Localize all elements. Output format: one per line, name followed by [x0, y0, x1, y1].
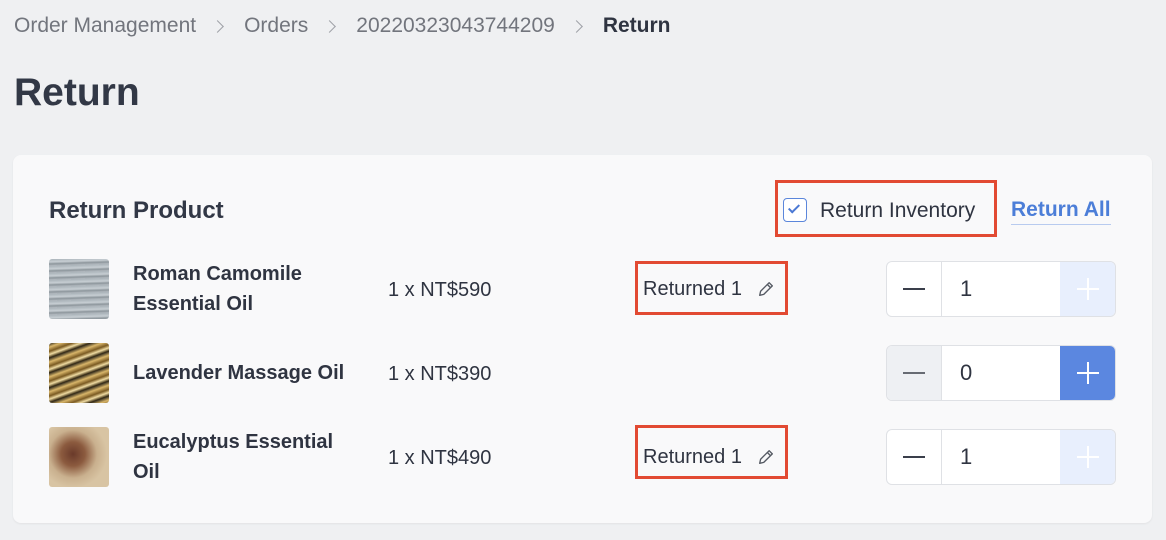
return-all-link[interactable]: Return All [1011, 197, 1111, 225]
increment-button[interactable] [1060, 262, 1115, 316]
checkmark-icon [787, 201, 801, 214]
product-row: Lavender Massage Oil 1 x NT$390 0 [13, 343, 1152, 405]
product-row: Roman Camomile Essential Oil 1 x NT$590 … [13, 259, 1152, 321]
chevron-right-icon [569, 19, 583, 33]
product-row: Eucalyptus Essential Oil 1 x NT$490 Retu… [13, 425, 1152, 489]
breadcrumb-order-management[interactable]: Order Management [14, 13, 196, 39]
plus-icon [1076, 446, 1099, 468]
quantity-input[interactable]: 0 [942, 346, 1060, 400]
decrement-button[interactable] [887, 346, 942, 400]
plus-icon [1076, 278, 1099, 300]
breadcrumb-order-id[interactable]: 20220323043744209 [356, 13, 555, 39]
breadcrumb-orders[interactable]: Orders [244, 13, 308, 39]
quantity-stepper: 0 [886, 345, 1116, 401]
chevron-right-icon [211, 19, 224, 33]
product-quantity-price: 1 x NT$390 [388, 363, 492, 385]
return-inventory-checkbox[interactable] [783, 198, 807, 222]
return-product-card: Return Product Return Inventory Return A… [13, 155, 1152, 523]
returned-label: Returned 1 [643, 446, 742, 468]
breadcrumb: Order Management Orders 2022032304374420… [14, 13, 671, 39]
product-name: Eucalyptus Essential Oil [133, 431, 334, 483]
quantity-input[interactable]: 1 [942, 430, 1060, 484]
page-title: Return [14, 71, 140, 114]
card-title: Return Product [49, 197, 224, 224]
product-quantity-price: 1 x NT$490 [388, 447, 492, 469]
increment-button[interactable] [1060, 346, 1115, 400]
quantity-input[interactable]: 1 [942, 262, 1060, 316]
minus-icon [903, 372, 925, 374]
increment-button[interactable] [1060, 430, 1115, 484]
returned-label: Returned 1 [643, 278, 742, 300]
return-inventory-label[interactable]: Return Inventory [820, 198, 975, 224]
minus-icon [903, 288, 925, 290]
decrement-button[interactable] [887, 430, 942, 484]
quantity-stepper: 1 [886, 429, 1116, 485]
decrement-button[interactable] [887, 262, 942, 316]
product-thumbnail [49, 427, 109, 487]
pencil-icon[interactable] [757, 448, 775, 466]
minus-icon [903, 456, 925, 458]
product-thumbnail [49, 259, 109, 319]
pencil-icon[interactable] [757, 280, 775, 298]
breadcrumb-current: Return [602, 14, 671, 37]
chevron-right-icon [323, 19, 337, 33]
product-name: Roman Camomile Essential Oil [133, 263, 302, 315]
product-name: Lavender Massage Oil [133, 362, 345, 384]
product-quantity-price: 1 x NT$590 [388, 279, 492, 301]
quantity-stepper: 1 [886, 261, 1116, 317]
product-thumbnail [49, 343, 109, 403]
plus-icon [1076, 362, 1099, 384]
